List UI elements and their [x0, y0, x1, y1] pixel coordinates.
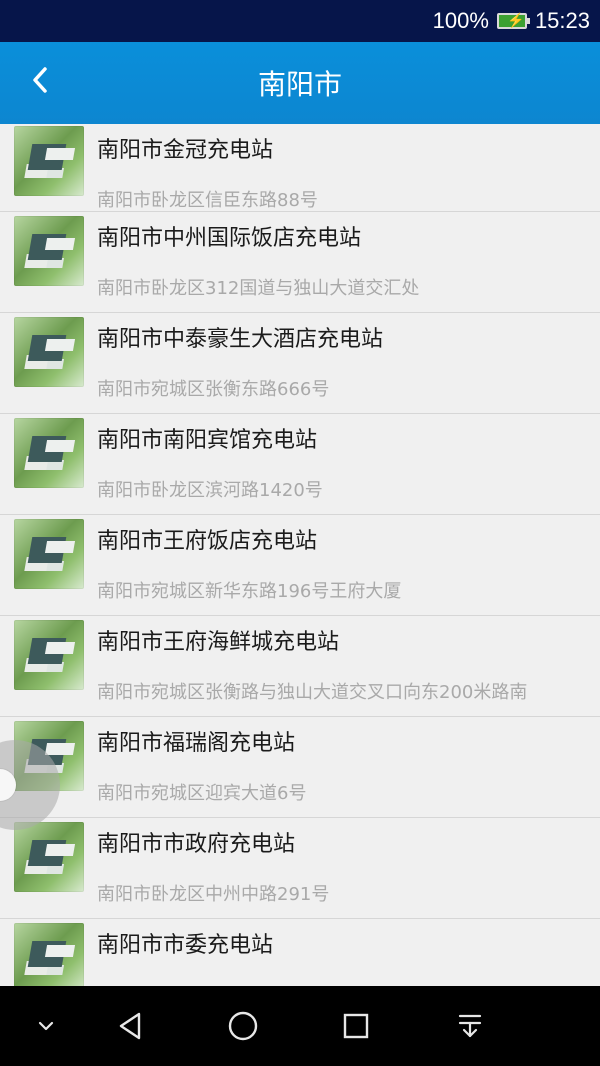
list-item[interactable]: 南阳市金冠充电站 南阳市卧龙区信臣东路88号 [0, 124, 600, 212]
list-item[interactable]: 南阳市中州国际饭店充电站 南阳市卧龙区312国道与独山大道交汇处 [0, 212, 600, 313]
station-address: 南阳市卧龙区中州中路291号 [97, 884, 330, 905]
station-address: 南阳市宛城区迎宾大道6号 [97, 783, 307, 804]
station-thumbnail [14, 126, 84, 196]
navigation-bar [0, 986, 600, 1066]
list-item[interactable]: 南阳市市委充电站 [0, 919, 600, 986]
nav-recents-button[interactable] [316, 986, 396, 1066]
recents-square-icon [341, 1011, 371, 1041]
page-title: 南阳市 [257, 68, 342, 101]
station-name: 南阳市王府海鲜城充电站 [97, 630, 340, 655]
station-list[interactable]: 南阳市金冠充电站 南阳市卧龙区信臣东路88号 南阳市中州国际饭店充电站 南阳市卧… [0, 124, 600, 986]
station-address: 南阳市卧龙区滨河路1420号 [97, 480, 323, 501]
app-header: 南阳市 [0, 42, 600, 124]
station-name: 南阳市中州国际饭店充电站 [97, 226, 362, 251]
station-name: 南阳市王府饭店充电站 [97, 529, 318, 554]
station-name: 南阳市南阳宾馆充电站 [97, 428, 318, 453]
station-name: 南阳市中泰豪生大酒店充电站 [97, 327, 384, 352]
station-address: 南阳市宛城区新华东路196号王府大厦 [97, 581, 402, 602]
station-address: 南阳市卧龙区312国道与独山大道交汇处 [97, 278, 420, 299]
status-right: 100% ⚡ 15:23 [433, 0, 590, 42]
nav-back-button[interactable] [90, 986, 170, 1066]
station-thumbnail [14, 822, 84, 892]
floating-dot [0, 769, 16, 801]
home-circle-icon [226, 1009, 260, 1043]
list-item[interactable]: 南阳市福瑞阁充电站 南阳市宛城区迎宾大道6号 [0, 717, 600, 818]
station-thumbnail [14, 519, 84, 589]
notifications-down-icon [454, 1010, 486, 1042]
station-thumbnail [14, 216, 84, 286]
clock: 15:23 [534, 8, 590, 33]
battery-icon: ⚡ [496, 12, 530, 29]
nav-home-button[interactable] [203, 986, 283, 1066]
station-name: 南阳市福瑞阁充电站 [97, 731, 296, 756]
station-address: 南阳市卧龙区信臣东路88号 [97, 190, 318, 211]
chevron-down-icon [37, 1020, 55, 1032]
nav-collapse-button[interactable] [6, 986, 86, 1066]
list-item[interactable]: 南阳市中泰豪生大酒店充电站 南阳市宛城区张衡东路666号 [0, 313, 600, 414]
nav-notifications-button[interactable] [430, 986, 510, 1066]
station-address: 南阳市宛城区张衡路与独山大道交叉口向东200米路南 [97, 682, 528, 703]
status-bar: 100% ⚡ 15:23 [0, 0, 600, 42]
station-thumbnail [14, 317, 84, 387]
station-name: 南阳市市政府充电站 [97, 832, 296, 857]
station-name: 南阳市市委充电站 [97, 933, 274, 958]
list-item[interactable]: 南阳市南阳宾馆充电站 南阳市卧龙区滨河路1420号 [0, 414, 600, 515]
list-item[interactable]: 南阳市王府海鲜城充电站 南阳市宛城区张衡路与独山大道交叉口向东200米路南 [0, 616, 600, 717]
station-name: 南阳市金冠充电站 [97, 138, 274, 163]
back-triangle-icon [115, 1010, 145, 1042]
battery-percent: 100% [432, 8, 489, 33]
station-thumbnail [14, 418, 84, 488]
list-item[interactable]: 南阳市王府饭店充电站 南阳市宛城区新华东路196号王府大厦 [0, 515, 600, 616]
station-thumbnail [14, 923, 84, 986]
station-thumbnail [14, 620, 84, 690]
station-address: 南阳市宛城区张衡东路666号 [97, 379, 330, 400]
list-item[interactable]: 南阳市市政府充电站 南阳市卧龙区中州中路291号 [0, 818, 600, 919]
